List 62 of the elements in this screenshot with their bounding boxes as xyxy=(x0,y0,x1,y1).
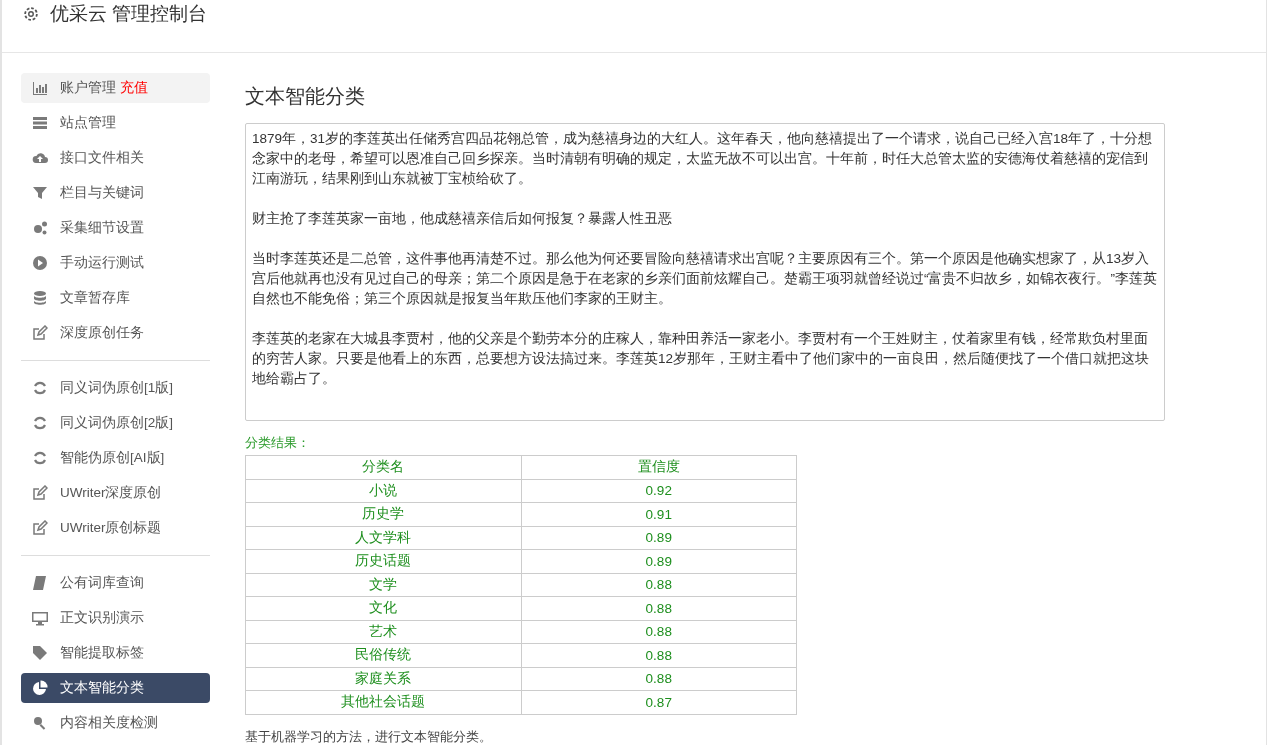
description-text: 基于机器学习的方法，进行文本智能分类。 xyxy=(245,727,493,745)
table-cell: 0.89 xyxy=(521,549,797,573)
refresh-icon xyxy=(32,380,48,396)
chart-icon xyxy=(32,80,48,96)
gear-icon xyxy=(22,5,40,23)
sidebar-item[interactable]: 同义词伪原创[2版] xyxy=(21,408,210,438)
table-cell: 0.89 xyxy=(521,526,797,550)
monitor-icon xyxy=(32,610,48,626)
table-cell: 历史话题 xyxy=(245,549,521,573)
edit-icon xyxy=(32,325,48,341)
sidebar-item[interactable]: 公有词库查询 xyxy=(21,568,210,598)
pie-icon xyxy=(32,680,48,696)
table-cell: 人文学科 xyxy=(245,526,521,550)
page-heading: 文本智能分类 xyxy=(245,84,366,109)
table-cell: 家庭关系 xyxy=(245,667,521,691)
sidebar-item[interactable]: 接口文件相关 xyxy=(21,143,210,173)
sidebar-item[interactable]: 栏目与关键词 xyxy=(21,178,210,208)
sidebar-item[interactable]: 内容相关度检测 xyxy=(21,708,210,738)
table-cell: 0.87 xyxy=(521,690,797,714)
database-icon xyxy=(32,290,48,306)
refresh-icon xyxy=(32,415,48,431)
column-header: 置信度 xyxy=(521,455,797,479)
console-title: 优采云 管理控制台 xyxy=(50,3,208,25)
filter-icon xyxy=(32,185,48,201)
table-cell: 0.88 xyxy=(521,573,797,597)
cloud-icon xyxy=(32,150,48,166)
sidebar-item[interactable]: 智能提取标签 xyxy=(21,638,210,668)
edit-icon xyxy=(32,485,48,501)
sidebar-item[interactable]: 深度原创任务 xyxy=(21,318,210,348)
table-cell: 文学 xyxy=(245,573,521,597)
table-cell: 其他社会话题 xyxy=(245,690,521,714)
table-cell: 民俗传统 xyxy=(245,643,521,667)
table-cell: 历史学 xyxy=(245,502,521,526)
refresh-icon xyxy=(32,450,48,466)
edit-icon xyxy=(32,520,48,536)
server-icon xyxy=(32,115,48,131)
sidebar-item[interactable]: UWriter深度原创 xyxy=(21,478,210,508)
text-input-area[interactable]: 1879年，31岁的李莲英出任储秀宫四品花翎总管，成为慈禧身边的大红人。这年春天，他向慈禧提出了一个请求，说自己已经入宫18年了，十分想念家中的老母，希望可以恩准自己回乡探亲。当时清朝有明确的规定，太监无故不可以出宫。十年前，时任大总管太监的安德海仗着慈禧的宠信到江南游玩，结果刚到山东就被丁宝桢给砍了。 财主抢了李莲英家一亩地，他成慈禧亲信后如何报复？暴露人性丑恶 当时李莲英还是二总管，这件事他再清楚不过。那么他为何还要冒险向慈禧请求出宫呢？主要原因有三个。第一个原因是他确实想家了，从13岁入宫后他就再也没有见过自己的母亲；第二个原因是急于在老家的乡亲们面前炫耀自己。楚霸王项羽就曾经说过“富贵不归故乡，如锦衣夜行。”李莲英自然也不能免俗；第三个原因就是报复当年欺压他们李家的王财主。 李莲英的老家在大城县李贾村，他的父亲是个勤劳本分的庄稼人，靠种田养活一家老小。李贾村有一个王姓财主，仗着家里有钱，经常欺负村里面的穷苦人家。只要是他看上的东西，总要想方设法搞过来。李莲英12岁那年，王财主看中了他们家中的一亩良田，然后随便找了一个借口就把这块地给霸占了。 xyxy=(245,123,1165,421)
column-header: 分类名 xyxy=(245,455,521,479)
table-cell: 文化 xyxy=(245,596,521,620)
table-cell: 0.88 xyxy=(521,667,797,691)
sidebar-item[interactable]: 文章暂存库 xyxy=(21,283,210,313)
sidebar-item[interactable]: 文本智能分类 xyxy=(21,673,210,703)
sidebar-item[interactable]: 智能伪原创[AI版] xyxy=(21,443,210,473)
sidebar-item[interactable]: UWriter原创标题 xyxy=(21,513,210,543)
recharge-link[interactable]: 充值 xyxy=(120,79,148,97)
sidebar-item[interactable]: 采集细节设置 xyxy=(21,213,210,243)
sidebar-item[interactable]: 账户管理 充值 xyxy=(21,73,210,103)
table-cell: 0.88 xyxy=(521,643,797,667)
table-cell: 0.92 xyxy=(521,479,797,503)
sidebar-item[interactable]: 手动运行测试 xyxy=(21,248,210,278)
sidebar-item[interactable]: 站点管理 xyxy=(21,108,210,138)
tag-icon xyxy=(32,645,48,661)
table-cell: 艺术 xyxy=(245,620,521,644)
sidebar-item[interactable]: 正文识别演示 xyxy=(21,603,210,633)
play-icon xyxy=(32,255,48,271)
table-cell: 0.88 xyxy=(521,620,797,644)
table-cell: 0.91 xyxy=(521,502,797,526)
sidebar-item[interactable]: 同义词伪原创[1版] xyxy=(21,373,210,403)
table-cell: 小说 xyxy=(245,479,521,503)
table-cell: 0.88 xyxy=(521,596,797,620)
result-label: 分类结果： xyxy=(245,434,311,452)
